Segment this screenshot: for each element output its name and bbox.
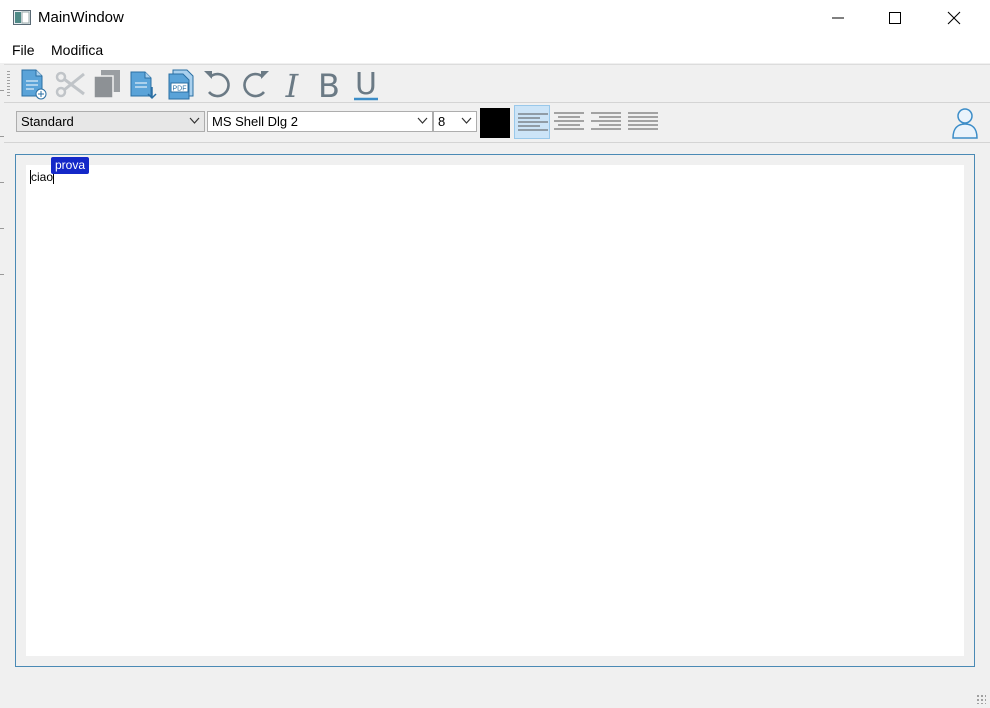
- user-icon[interactable]: [950, 106, 980, 140]
- export-document-button[interactable]: [127, 67, 161, 101]
- export-pdf-button[interactable]: PDF: [164, 67, 198, 101]
- cut-button[interactable]: [53, 67, 87, 101]
- align-justify-button[interactable]: [625, 105, 661, 139]
- font-size-combobox[interactable]: 8: [433, 111, 477, 132]
- redo-button[interactable]: [238, 67, 272, 101]
- new-document-button[interactable]: [17, 67, 51, 101]
- align-left-icon: [518, 113, 548, 131]
- style-value: Standard: [21, 114, 74, 129]
- chevron-down-icon: [189, 117, 200, 124]
- editor-frame: ciao: [15, 154, 975, 667]
- format-toolbar: Standard MS Shell Dlg 2 8: [4, 103, 990, 143]
- toolbar-grip[interactable]: [7, 71, 10, 97]
- align-right-icon: [591, 112, 621, 130]
- text-color-button[interactable]: [480, 108, 510, 138]
- resize-grip[interactable]: [976, 694, 986, 704]
- menu-bar: File Modifica: [0, 37, 990, 63]
- editor-text: ciao: [31, 170, 54, 184]
- chevron-down-icon: [417, 117, 428, 124]
- main-toolbar: PDF I B U: [4, 64, 990, 103]
- new-document-icon: [21, 69, 47, 100]
- chevron-down-icon: [461, 117, 472, 124]
- italic-glyph: I: [285, 67, 300, 101]
- underline-icon: U: [354, 67, 378, 101]
- underline-button[interactable]: U: [349, 67, 383, 101]
- bold-glyph: B: [318, 67, 340, 101]
- minimize-button[interactable]: [816, 0, 862, 37]
- close-icon: [947, 11, 961, 25]
- cut-icon: [55, 71, 85, 98]
- remote-cursor-label: prova: [51, 157, 90, 174]
- export-document-icon: [130, 71, 157, 100]
- align-left-button[interactable]: [514, 105, 550, 139]
- maximize-icon: [889, 12, 901, 24]
- window-title: MainWindow: [38, 9, 124, 26]
- bold-icon: B: [318, 67, 340, 101]
- minimize-icon: [832, 17, 844, 19]
- font-value: MS Shell Dlg 2: [212, 114, 298, 129]
- menu-modifica[interactable]: Modifica: [51, 42, 103, 58]
- align-center-icon: [554, 112, 584, 130]
- align-justify-icon: [628, 112, 658, 130]
- menu-file[interactable]: File: [12, 42, 35, 58]
- app-icon: [13, 10, 31, 25]
- undo-icon: [204, 71, 230, 98]
- align-right-button[interactable]: [588, 105, 624, 139]
- font-combobox[interactable]: MS Shell Dlg 2: [207, 111, 433, 132]
- italic-button[interactable]: I: [275, 67, 309, 101]
- copy-button[interactable]: [90, 67, 124, 101]
- export-pdf-icon: PDF: [168, 69, 194, 100]
- copy-icon: [93, 70, 120, 99]
- text-editor[interactable]: ciao: [26, 165, 964, 656]
- redo-icon: [243, 71, 269, 98]
- close-button[interactable]: [932, 0, 978, 37]
- bold-button[interactable]: B: [312, 67, 346, 101]
- align-center-button[interactable]: [551, 105, 587, 139]
- font-size-value: 8: [438, 114, 446, 129]
- maximize-button[interactable]: [873, 0, 919, 37]
- style-combobox[interactable]: Standard: [16, 111, 205, 132]
- italic-icon: I: [285, 67, 300, 101]
- underline-glyph: U: [355, 67, 377, 101]
- undo-button[interactable]: [201, 67, 235, 101]
- pdf-label: PDF: [173, 86, 187, 93]
- title-bar: MainWindow: [0, 0, 990, 37]
- background-window-edge: [0, 90, 4, 310]
